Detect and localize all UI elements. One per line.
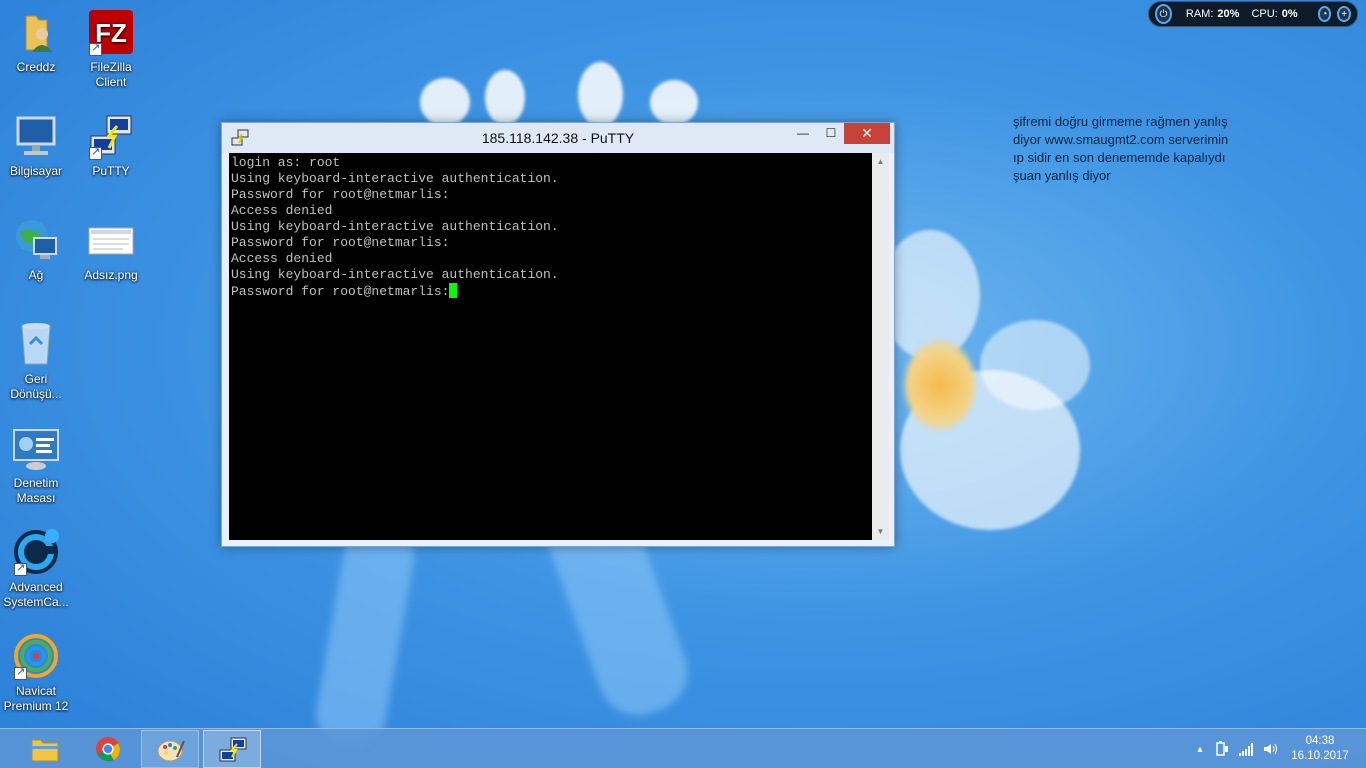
power-battery-icon[interactable] bbox=[1214, 741, 1230, 757]
desktop-icon-label: Denetim Masası bbox=[13, 476, 59, 505]
scroll-down-icon[interactable]: ▼ bbox=[872, 523, 889, 540]
cpu-label: CPU: bbox=[1251, 8, 1278, 20]
network-signal-icon[interactable] bbox=[1238, 741, 1254, 757]
taskbar-clock[interactable]: 04:38 16.10.2017 bbox=[1288, 734, 1352, 764]
desktop-icon-label: Advanced SystemCa... bbox=[3, 580, 69, 609]
shortcut-arrow-icon bbox=[14, 665, 27, 680]
terminal-line: Access denied bbox=[231, 203, 333, 218]
desktop-icon-adsiz-png[interactable]: Adsız.png bbox=[75, 216, 147, 283]
desktop-icon-label: Creddz bbox=[16, 60, 56, 74]
terminal-line: Using keyboard-interactive authenticatio… bbox=[231, 219, 559, 234]
advanced-systemcare-icon bbox=[12, 528, 60, 576]
terminal-line: Password for root@netmarlis: bbox=[231, 187, 450, 202]
flower-center bbox=[905, 340, 975, 430]
computer-icon bbox=[12, 112, 60, 160]
terminal-line: Using keyboard-interactive authenticatio… bbox=[231, 267, 559, 282]
terminal-area[interactable]: login as: root Using keyboard-interactive… bbox=[229, 153, 889, 540]
desktop-icon-label: PuTTY bbox=[92, 164, 130, 178]
desktop-icon-label: Bilgisayar bbox=[9, 164, 63, 178]
desktop-icon-bilgisayar[interactable]: Bilgisayar bbox=[0, 112, 72, 179]
gadget-settings-icon[interactable]: ◔ bbox=[1317, 6, 1332, 22]
show-hidden-icons-button[interactable]: ▲ bbox=[1192, 741, 1208, 757]
desktop-icon-label: Geri Dönüşü... bbox=[10, 372, 62, 401]
close-button[interactable]: ✕ bbox=[844, 123, 890, 144]
desktop-note-text: şifremi doğru girmeme rağmen yanlış diyo… bbox=[1013, 114, 1229, 183]
clock-date: 16.10.2017 bbox=[1291, 750, 1349, 762]
maximize-button[interactable]: ☐ bbox=[817, 123, 845, 144]
control-panel-icon bbox=[12, 424, 60, 472]
desktop-icon-control-panel[interactable]: Denetim Masası bbox=[0, 424, 72, 506]
clock-time: 04:38 bbox=[1305, 735, 1335, 747]
putty-titlebar[interactable]: 185.118.142.38 - PuTTY — ☐ ✕ bbox=[222, 123, 894, 153]
network-icon bbox=[12, 216, 60, 264]
system-monitor-gadget[interactable]: ⏻ RAM: 20% CPU: 0% ◔ + bbox=[1148, 1, 1358, 27]
navicat-icon bbox=[12, 632, 60, 680]
putty-icon bbox=[87, 112, 135, 160]
ram-value: 20% bbox=[1217, 8, 1240, 20]
putty-window[interactable]: 185.118.142.38 - PuTTY — ☐ ✕ login as: r… bbox=[221, 122, 895, 547]
desktop-icon-label: Ağ bbox=[28, 268, 44, 282]
desktop-icon-putty[interactable]: PuTTY bbox=[75, 112, 147, 179]
shortcut-arrow-icon bbox=[89, 145, 102, 160]
scroll-up-icon[interactable]: ▲ bbox=[872, 153, 889, 170]
image-file-icon bbox=[87, 216, 135, 264]
taskbar-paint[interactable] bbox=[141, 730, 199, 768]
desktop-icon-recycle-bin[interactable]: Geri Dönüşü... bbox=[0, 320, 72, 402]
file-explorer-icon bbox=[31, 736, 59, 762]
terminal-scrollbar[interactable]: ▲ ▼ bbox=[872, 153, 889, 540]
shortcut-arrow-icon bbox=[14, 561, 27, 576]
putty-icon bbox=[219, 737, 247, 763]
desktop-icon-label: Adsız.png bbox=[84, 268, 138, 282]
minimize-button[interactable]: — bbox=[789, 123, 817, 144]
paint-icon bbox=[157, 737, 185, 763]
recycle-bin-icon bbox=[12, 320, 60, 368]
terminal-line: Using keyboard-interactive authenticatio… bbox=[231, 171, 559, 186]
terminal-line: Access denied bbox=[231, 251, 333, 266]
terminal-line: Password for root@netmarlis: bbox=[231, 284, 450, 299]
desktop-icon-navicat[interactable]: Navicat Premium 12 bbox=[0, 632, 72, 714]
ram-label: RAM: bbox=[1185, 8, 1214, 20]
gadget-add-icon[interactable]: + bbox=[1337, 6, 1351, 22]
desktop-icon-label: Navicat Premium 12 bbox=[3, 684, 69, 713]
user-folder-icon bbox=[12, 8, 60, 56]
taskbar: ▲ 04:38 16.10.2017 bbox=[0, 728, 1366, 768]
desktop-icon-creddz[interactable]: Creddz bbox=[0, 8, 72, 75]
desktop-icon-ag[interactable]: Ağ bbox=[0, 216, 72, 283]
desktop-icon-advanced-systemcare[interactable]: Advanced SystemCa... bbox=[0, 528, 72, 610]
shortcut-arrow-icon bbox=[89, 41, 102, 56]
terminal-line: Password for root@netmarlis: bbox=[231, 235, 450, 250]
taskbar-putty[interactable] bbox=[203, 730, 261, 768]
system-tray: ▲ bbox=[1190, 729, 1290, 768]
desktop-icon-filezilla[interactable]: FZ FileZilla Client bbox=[75, 8, 147, 90]
terminal-line: login as: root bbox=[231, 155, 341, 170]
taskbar-file-explorer[interactable] bbox=[16, 730, 74, 768]
terminal-cursor bbox=[449, 283, 458, 298]
chrome-icon bbox=[94, 736, 122, 762]
cpu-value: 0% bbox=[1281, 8, 1298, 20]
gadget-logo-icon: ⏻ bbox=[1155, 4, 1172, 24]
terminal-output[interactable]: login as: root Using keyboard-interactive… bbox=[229, 153, 872, 540]
filezilla-icon: FZ bbox=[87, 8, 135, 56]
desktop-icon-label: FileZilla Client bbox=[90, 60, 132, 89]
volume-icon[interactable] bbox=[1262, 741, 1278, 757]
taskbar-chrome[interactable] bbox=[79, 730, 137, 768]
